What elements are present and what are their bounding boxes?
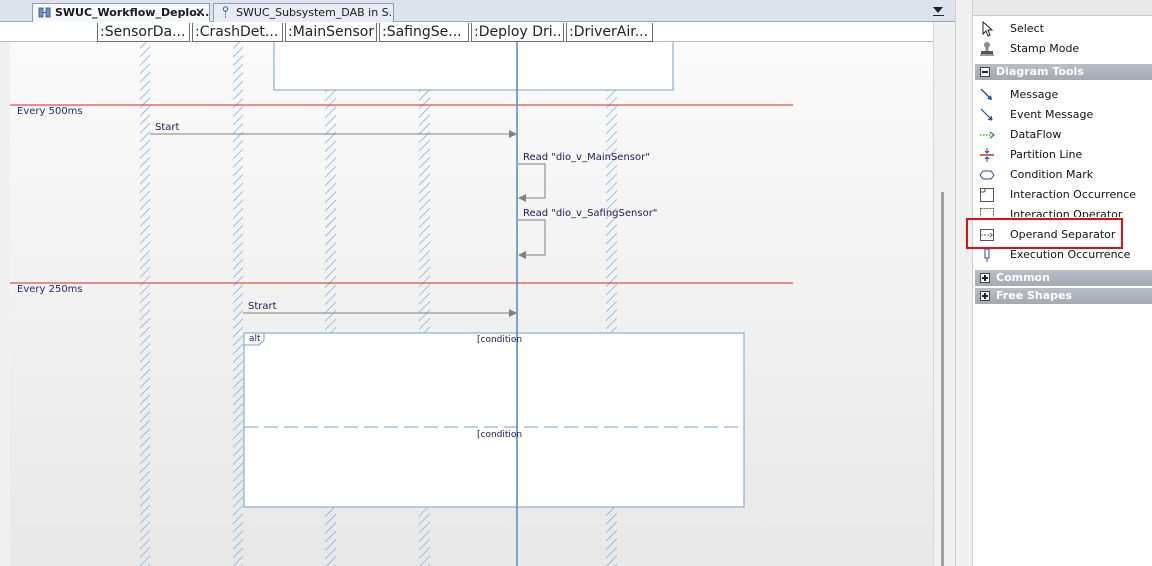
- lifeline-header-deploydriver[interactable]: :Deploy Dri...: [471, 23, 564, 42]
- tool-label: Interaction Operator: [1010, 208, 1123, 217]
- tool-condition-mark[interactable]: Condition Mark: [973, 165, 1152, 185]
- lifeline-sensordata[interactable]: [140, 42, 150, 566]
- tab-subsystem-dab[interactable]: SWUC_Subsystem_DAB in S...: [213, 3, 394, 22]
- lifeline-header-mainsensor[interactable]: :MainSensor: [285, 23, 377, 42]
- tool-label: Execution Occurrence: [1010, 248, 1131, 261]
- tool-label: Event Message: [1010, 108, 1094, 121]
- tab-label: SWUC_Workflow_Deplo...: [55, 6, 210, 19]
- diagram-svg: [10, 42, 793, 566]
- toolbox-panel: Select Stamp Mode Diagram Tools Message: [973, 0, 1152, 566]
- partition-label-500ms[interactable]: Every 500ms: [17, 106, 83, 117]
- tool-label: Partition Line: [1010, 148, 1083, 161]
- canvas-vertical-scrollbar[interactable]: [933, 22, 955, 566]
- application-window: SWUC_Workflow_Deplo... × SWUC_Subsystem_…: [0, 0, 1152, 566]
- lifeline-header-sensordata[interactable]: :SensorDa...: [97, 23, 190, 42]
- lifeline-header-strip: :SensorDa... :CrashDet... :MainSensor :S…: [0, 22, 955, 42]
- lifeline-crashdetection[interactable]: [233, 42, 243, 566]
- dataflow-icon: [980, 131, 995, 139]
- tool-label: Message: [1010, 88, 1059, 101]
- previous-fragment-box[interactable]: [273, 42, 674, 91]
- group-free-shapes[interactable]: Free Shapes: [975, 288, 1152, 304]
- condition-mark-icon: [979, 170, 995, 180]
- execution-occurrence-icon: [984, 248, 990, 262]
- tool-label: Condition Mark: [1010, 168, 1094, 181]
- operand-condition-1[interactable]: [condition: [477, 335, 522, 345]
- tool-stamp-mode[interactable]: Stamp Mode: [973, 39, 1152, 59]
- lifeline-header-crashdetection[interactable]: :CrashDet...: [192, 23, 283, 42]
- expand-icon[interactable]: [980, 291, 990, 301]
- tool-partition-line[interactable]: Partition Line: [973, 145, 1152, 165]
- tool-label: Select: [1010, 22, 1044, 35]
- tool-event-message[interactable]: Event Message: [973, 105, 1152, 125]
- lifeline-header-driverairbag[interactable]: :DriverAir...: [566, 23, 653, 42]
- collapse-icon[interactable]: [980, 67, 990, 77]
- tool-dataflow[interactable]: DataFlow: [973, 125, 1152, 145]
- partition-line-icon: [980, 148, 994, 162]
- tool-message[interactable]: Message: [973, 85, 1152, 105]
- tool-label: DataFlow: [1010, 128, 1062, 141]
- group-label: Diagram Tools: [996, 65, 1084, 78]
- partition-label-250ms[interactable]: Every 250ms: [17, 284, 83, 295]
- message-arrow-icon: [980, 88, 992, 100]
- tool-interaction-occurrence[interactable]: Interaction Occurrence: [973, 185, 1152, 205]
- scrollbar-thumb[interactable]: [941, 192, 944, 566]
- group-common[interactable]: Common: [975, 270, 1152, 286]
- message-label-strart[interactable]: Strart: [248, 301, 277, 312]
- group-diagram-tools[interactable]: Diagram Tools: [975, 64, 1152, 80]
- message-label-read-safingsensor[interactable]: Read "dio_v_SafingSensor": [523, 208, 657, 219]
- sequence-diagram-canvas[interactable]: Every 500ms Every 250ms Start Read "dio_…: [10, 42, 933, 566]
- tab-workflow-deployment[interactable]: SWUC_Workflow_Deplo... ×: [32, 3, 210, 22]
- alt-operator-label[interactable]: alt: [249, 334, 261, 344]
- interaction-occurrence-icon: [980, 188, 994, 202]
- message-label-start[interactable]: Start: [155, 122, 179, 133]
- interaction-operator-icon: [980, 208, 994, 217]
- tab-list-dropdown-underline: [933, 15, 944, 16]
- group-label: Free Shapes: [996, 289, 1073, 302]
- alt-fragment-box[interactable]: [243, 332, 745, 508]
- document-tab-bar: SWUC_Workflow_Deplo... × SWUC_Subsystem_…: [0, 0, 955, 22]
- group-label: Common: [996, 271, 1050, 284]
- toolbox-top-bar: [973, 0, 1152, 16]
- message-label-read-mainsensor[interactable]: Read "dio_v_MainSensor": [523, 152, 650, 163]
- expand-icon[interactable]: [980, 273, 990, 283]
- panel-splitter[interactable]: [955, 0, 973, 566]
- workflow-diagram-icon: [38, 7, 51, 18]
- event-message-icon: [980, 108, 993, 121]
- tab-label: SWUC_Subsystem_DAB in S...: [236, 6, 394, 19]
- cursor-arrow-icon: [982, 21, 994, 37]
- stamp-icon: [980, 42, 994, 56]
- tool-label: Stamp Mode: [1010, 42, 1080, 55]
- tool-label: Interaction Occurrence: [1010, 188, 1137, 201]
- tool-interaction-operator[interactable]: Interaction Operator: [973, 205, 1152, 217]
- close-tab-icon[interactable]: ×: [195, 4, 205, 21]
- lifeline-header-safingsensor[interactable]: :SafingSe...: [379, 23, 469, 42]
- highlight-box-operand-separator: [966, 218, 1123, 249]
- operand-condition-2[interactable]: [condition: [477, 430, 522, 440]
- tool-select[interactable]: Select: [973, 19, 1152, 39]
- self-message-read-mainsensor-arrow[interactable]: [518, 163, 546, 202]
- self-message-read-safingsensor-arrow[interactable]: [518, 219, 546, 259]
- tab-list-dropdown-icon[interactable]: [933, 7, 943, 13]
- lifeline-person-icon: [222, 6, 229, 19]
